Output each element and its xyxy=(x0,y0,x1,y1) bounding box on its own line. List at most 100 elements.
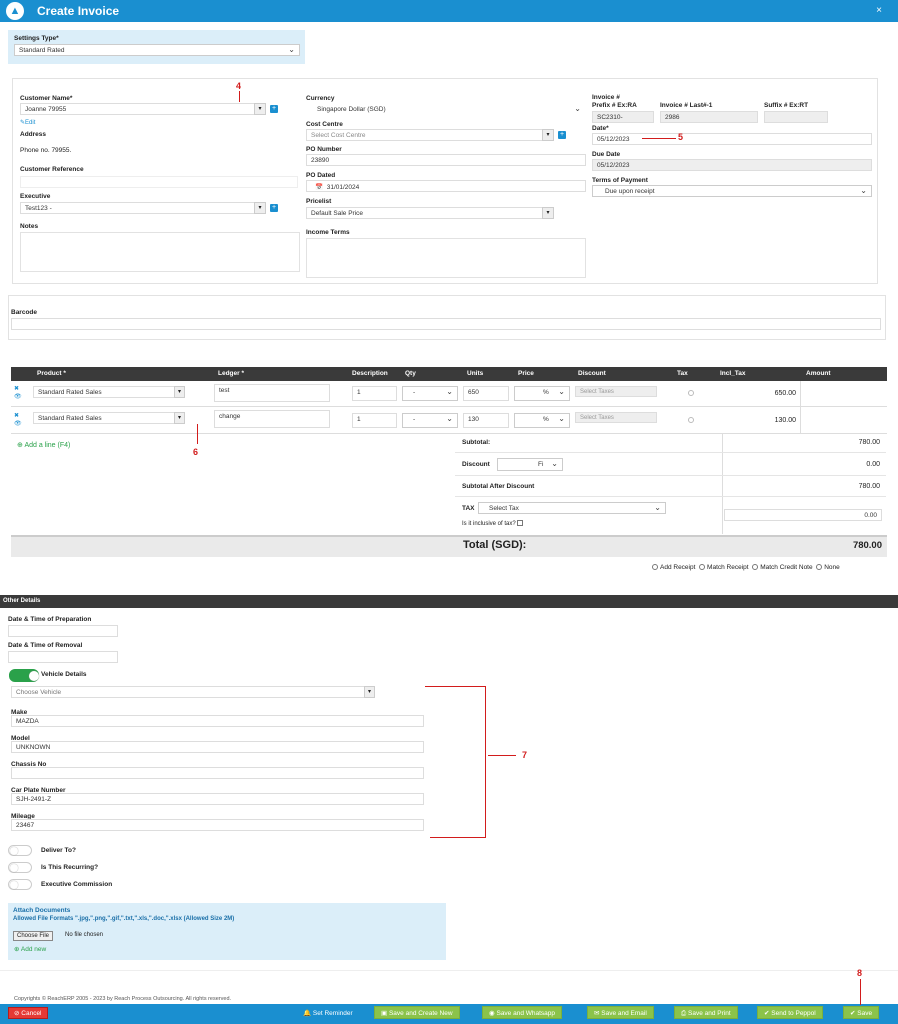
last-number-input[interactable]: 2986 xyxy=(660,111,758,123)
settings-type-select[interactable]: Standard Rated xyxy=(14,44,300,56)
radio-label: None xyxy=(824,564,840,571)
date-input[interactable]: 05/12/2023 xyxy=(592,133,872,145)
add-new-link[interactable]: ⊕ Add new xyxy=(14,945,46,953)
invoice-number-label: Invoice # xyxy=(592,94,620,101)
cancel-label: Cancel xyxy=(21,1010,42,1017)
annotation-4: 4 xyxy=(236,81,242,91)
tax-select[interactable]: Select Taxes xyxy=(575,386,657,397)
radio-circle xyxy=(816,564,823,570)
notes-textarea[interactable] xyxy=(20,232,300,272)
removal-input[interactable] xyxy=(8,651,118,663)
incl-tax-checkbox[interactable] xyxy=(688,390,694,396)
add-executive-icon[interactable]: + xyxy=(270,204,278,212)
ledger-input[interactable]: change xyxy=(214,410,330,428)
save-whatsapp-button[interactable]: ◉ Save and Whatsapp xyxy=(482,1006,563,1019)
vehicle-select[interactable]: Choose Vehicle xyxy=(11,686,375,698)
prefix-input[interactable]: SC2310- xyxy=(592,111,654,123)
discount-unit-select[interactable]: % xyxy=(514,386,570,401)
customer-dropdown-caret[interactable]: ▾ xyxy=(254,103,266,115)
annotation-7-bracket xyxy=(425,686,485,687)
terms-of-payment-label: Terms of Payment xyxy=(592,177,648,184)
add-line-link[interactable]: ⊕ Add a line (F4) xyxy=(17,441,70,449)
product-select[interactable]: Standard Rated Sales xyxy=(33,412,185,424)
tax-value-input[interactable]: 0.00 xyxy=(724,509,882,521)
qty-input[interactable]: 1 xyxy=(352,413,397,428)
radio-none[interactable]: None xyxy=(816,564,840,571)
delete-row-icon[interactable]: ✖ xyxy=(14,412,19,419)
discount-type-select[interactable]: Fi xyxy=(497,458,563,471)
pricelist-label: Pricelist xyxy=(306,198,332,205)
save-create-new-button[interactable]: ▣ Save and Create New xyxy=(374,1006,460,1019)
price-input[interactable]: 130 xyxy=(463,413,509,428)
units-select[interactable]: - xyxy=(402,386,458,401)
choose-file-button[interactable]: Choose File xyxy=(13,931,54,941)
executive-select[interactable]: Test123 - xyxy=(20,202,266,214)
toggle-knob xyxy=(10,864,18,872)
mileage-input[interactable]: 23467 xyxy=(11,819,424,831)
commission-toggle[interactable] xyxy=(8,879,32,890)
save-email-button[interactable]: ✉ Save and Email xyxy=(587,1006,654,1019)
cost-centre-caret[interactable]: ▾ xyxy=(542,129,554,141)
col-price: Price xyxy=(518,370,534,377)
save-button[interactable]: ✔ Save xyxy=(843,1006,880,1019)
total-tax-select[interactable]: Select Tax xyxy=(478,502,666,514)
pricelist-caret[interactable]: ▾ xyxy=(542,207,554,219)
radio-match-receipt[interactable]: Match Receipt xyxy=(699,564,749,571)
po-number-input[interactable]: 23890 xyxy=(306,154,586,166)
customer-name-input[interactable]: Joanne 79955 xyxy=(20,103,266,115)
add-circle-icon: ⊕ xyxy=(17,442,23,449)
make-input[interactable]: MAZDA xyxy=(11,715,424,727)
price-input[interactable]: 650 xyxy=(463,386,509,401)
suffix-input[interactable] xyxy=(764,111,828,123)
qty-input[interactable]: 1 xyxy=(352,386,397,401)
cost-centre-select[interactable]: Select Cost Centre xyxy=(306,129,554,141)
preparation-input[interactable] xyxy=(8,625,118,637)
product-caret[interactable]: ▾ xyxy=(174,386,185,398)
pricelist-select[interactable]: Default Sale Price xyxy=(306,207,554,219)
ledger-input[interactable]: test xyxy=(214,384,330,402)
product-caret[interactable]: ▾ xyxy=(174,412,185,424)
row-amount: 650.00 xyxy=(774,390,796,397)
add-customer-icon[interactable]: + xyxy=(270,105,278,113)
cancel-button[interactable]: ⊘ Cancel xyxy=(8,1007,48,1019)
executive-dropdown-caret[interactable]: ▾ xyxy=(254,202,266,214)
close-icon[interactable]: × xyxy=(876,5,882,16)
barcode-input[interactable] xyxy=(11,318,881,330)
terms-of-payment-select[interactable]: Due upon receipt xyxy=(592,185,872,197)
po-dated-input[interactable]: 📅 31/01/2024 xyxy=(306,180,586,192)
vehicle-details-toggle[interactable] xyxy=(9,669,39,682)
send-peppol-button[interactable]: ✔ Send to Peppol xyxy=(757,1006,823,1019)
units-select[interactable]: - xyxy=(402,413,458,428)
view-row-icon[interactable]: 👁 xyxy=(14,420,22,427)
col-product: Product * xyxy=(37,370,66,377)
edit-customer-link[interactable]: ✎Edit xyxy=(20,119,35,126)
discount-unit-select[interactable]: % xyxy=(514,413,570,428)
save-print-button[interactable]: ⎙ Save and Print xyxy=(674,1006,738,1019)
radio-add-receipt[interactable]: Add Receipt xyxy=(652,564,695,571)
annotation-7-bracket xyxy=(485,686,486,838)
address-label: Address xyxy=(20,131,47,138)
totals-divider xyxy=(722,434,723,534)
deliver-to-toggle[interactable] xyxy=(8,845,32,856)
tax-select[interactable]: Select Taxes xyxy=(575,412,657,423)
modal-header: ▲ Create Invoice × xyxy=(0,0,898,22)
inclusive-tax-checkbox[interactable] xyxy=(517,520,524,526)
add-new-label: Add new xyxy=(20,946,47,953)
add-cost-centre-icon[interactable]: + xyxy=(558,131,566,139)
due-date-input[interactable]: 05/12/2023 xyxy=(592,159,872,171)
product-select[interactable]: Standard Rated Sales xyxy=(33,386,185,398)
currency-select[interactable]: Singapore Dollar (SGD) xyxy=(306,103,586,115)
income-terms-textarea[interactable] xyxy=(306,238,586,278)
recurring-toggle[interactable] xyxy=(8,862,32,873)
delete-row-icon[interactable]: ✖ xyxy=(14,385,19,392)
set-reminder-button[interactable]: 🔔 Set Reminder xyxy=(303,1009,353,1017)
incl-tax-checkbox[interactable] xyxy=(688,417,694,423)
vehicle-caret[interactable]: ▾ xyxy=(364,686,375,698)
po-number-label: PO Number xyxy=(306,146,342,153)
view-row-icon[interactable]: 👁 xyxy=(14,393,22,400)
radio-match-credit-note[interactable]: Match Credit Note xyxy=(752,564,813,571)
chassis-input[interactable] xyxy=(11,767,424,779)
plate-input[interactable]: SJH-2491-Z xyxy=(11,793,424,805)
model-input[interactable]: UNKNOWN xyxy=(11,741,424,753)
customer-reference-input[interactable] xyxy=(20,176,298,188)
